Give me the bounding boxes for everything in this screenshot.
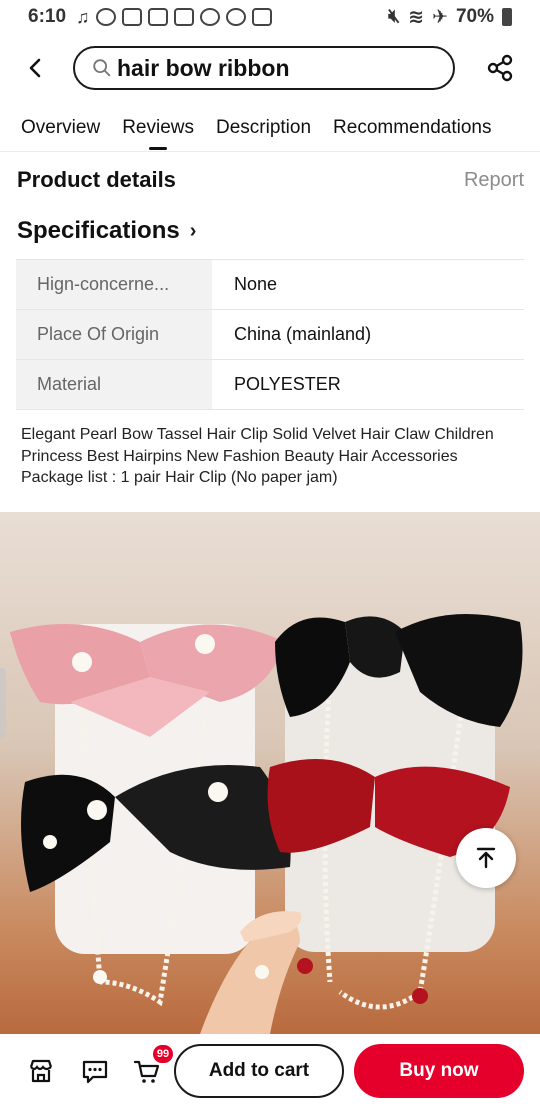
hair-bow-illustration	[10, 614, 523, 1034]
spec-value: China (mainland)	[234, 324, 372, 344]
store-button[interactable]	[26, 1056, 56, 1086]
store-icon	[29, 1059, 53, 1083]
back-button[interactable]	[20, 52, 52, 84]
arrow-up-icon	[476, 847, 496, 869]
cart-count-badge: 99	[152, 1044, 174, 1064]
chevron-right-icon: ›	[189, 219, 197, 242]
spec-key: Material	[16, 360, 212, 409]
section-tabs: Overview Reviews Description Recommendat…	[0, 110, 540, 152]
gallery-icon	[251, 8, 272, 26]
product-details-title: Product details	[17, 167, 176, 192]
search-header: hair bow ribbon	[0, 44, 540, 94]
description-text: Elegant Pearl Bow Tassel Hair Clip Solid…	[21, 426, 494, 465]
whatsapp-icon	[225, 8, 246, 26]
side-handle[interactable]	[0, 668, 6, 738]
share-icon	[487, 54, 513, 82]
tab-reviews[interactable]: Reviews	[122, 110, 194, 146]
table-row: Material POLYESTER	[16, 360, 524, 410]
mute-icon: 🔇︎	[388, 6, 401, 27]
package-list-text: Package list : 1 pair Hair Clip (No pape…	[21, 469, 338, 486]
add-to-cart-button[interactable]: Add to cart	[174, 1044, 344, 1098]
battery-icon	[502, 8, 512, 26]
chat-button[interactable]	[80, 1056, 110, 1086]
tab-overview[interactable]: Overview	[21, 110, 100, 146]
search-input[interactable]: hair bow ribbon	[73, 46, 455, 90]
system-status: 🔇︎ ≋ ✈ 70%	[388, 6, 512, 29]
spec-value: None	[234, 274, 278, 294]
specifications-header[interactable]: Specifications ›	[17, 214, 196, 248]
search-icon	[93, 59, 111, 77]
status-time: 6:10	[28, 6, 67, 27]
product-details-header: Product details Report	[17, 165, 524, 195]
whatsapp-icon	[95, 8, 116, 26]
battery-percent: 70%	[455, 6, 494, 27]
tab-description[interactable]: Description	[216, 110, 311, 146]
wifi-icon: ≋	[408, 6, 425, 28]
table-row: Hign-concerne... None	[16, 260, 524, 310]
app-notification-icon	[173, 8, 194, 26]
chevron-left-icon	[29, 58, 41, 78]
specifications-table: Hign-concerne... None Place Of Origin Ch…	[16, 259, 524, 410]
chat-icon	[82, 1060, 108, 1084]
product-image[interactable]	[0, 512, 540, 1034]
share-button[interactable]	[484, 52, 516, 84]
status-bar: 6:10 ♫ 🔇︎ ≋ ✈ 70%	[0, 0, 540, 34]
spec-value: POLYESTER	[234, 374, 341, 394]
spec-key: Hign-concerne...	[16, 260, 212, 309]
airplane-icon: ✈	[432, 6, 448, 28]
table-row: Place Of Origin China (mainland)	[16, 310, 524, 360]
scroll-to-top-button[interactable]	[456, 828, 516, 888]
report-link[interactable]: Report	[464, 169, 524, 192]
music-note-icon: ♫	[76, 6, 90, 27]
spec-key: Place Of Origin	[16, 310, 212, 359]
search-query: hair bow ribbon	[117, 54, 290, 81]
facebook-icon	[199, 8, 220, 26]
notification-icons: ♫	[76, 7, 272, 28]
app-notification-icon	[147, 8, 168, 26]
specifications-title: Specifications	[17, 217, 180, 244]
product-description: Elegant Pearl Bow Tassel Hair Clip Solid…	[21, 424, 521, 489]
app-notification-icon	[121, 8, 142, 26]
tab-recommendations[interactable]: Recommendations	[333, 110, 491, 146]
buy-now-button[interactable]: Buy now	[354, 1044, 524, 1098]
